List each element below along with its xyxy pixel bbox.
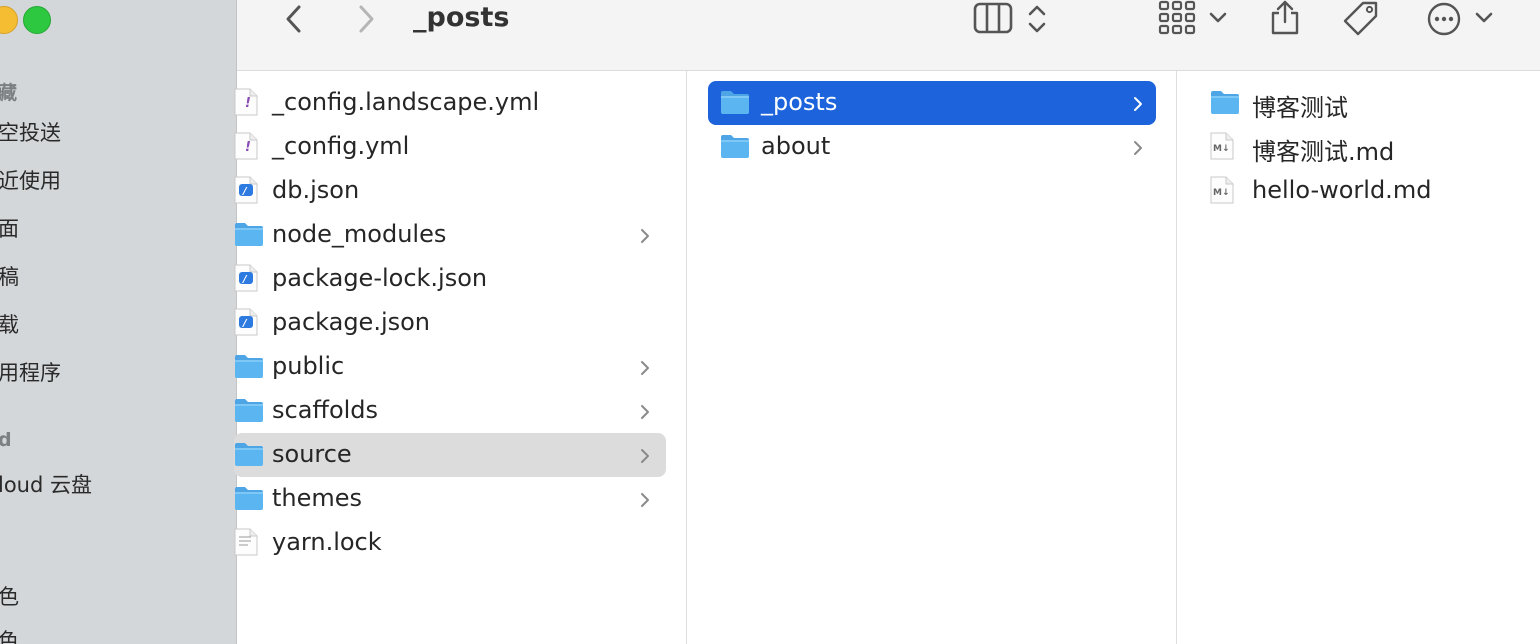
back-icon[interactable] (283, 4, 305, 34)
chevron-right-icon (639, 488, 651, 516)
item-name: package.json (272, 308, 431, 336)
item-name: _config.landscape.yml (272, 88, 540, 116)
md-file-icon: M↓ (1210, 132, 1234, 166)
window-title: _posts (413, 2, 510, 33)
item-name: yarn.lock (272, 528, 382, 556)
chevron-right-icon (639, 224, 651, 252)
file-row[interactable]: / db.json (234, 169, 666, 213)
item-name: package-lock.json (272, 264, 488, 292)
folder-row[interactable]: 博客测试 (1207, 81, 1527, 125)
view-options-chevron-icon[interactable] (1027, 2, 1047, 36)
chevron-right-icon (1132, 136, 1144, 164)
folder-row[interactable]: source (234, 433, 666, 477)
item-name: 博客测试.md (1252, 138, 1395, 166)
file-row[interactable]: ! _config.landscape.yml (234, 81, 666, 125)
folder-icon (234, 397, 264, 429)
item-name: public (272, 352, 345, 380)
toolbar: _posts (237, 0, 1540, 71)
item-name: 博客测试 (1252, 94, 1348, 122)
file-row[interactable]: yarn.lock (234, 521, 666, 565)
folder-icon (720, 133, 750, 165)
file-row[interactable]: / package-lock.json (234, 257, 666, 301)
svg-text:M↓: M↓ (1213, 144, 1230, 154)
text-file-icon (234, 528, 258, 562)
folder-icon (720, 89, 750, 121)
yml-file-icon: ! (234, 88, 258, 122)
sidebar-item-icloud[interactable]: loud 云盘 (0, 469, 92, 499)
item-name: source (272, 440, 352, 468)
chevron-down-icon[interactable] (1475, 10, 1493, 26)
folder-row[interactable]: _posts (708, 81, 1156, 125)
folder-row[interactable]: node_modules (234, 213, 666, 257)
column-posts: 博客测试 M↓ 博客测试.md M↓ hello-world.md (1177, 71, 1540, 644)
sidebar-item-airdrop[interactable]: 空投送 (0, 117, 61, 147)
sidebar-item-documents[interactable]: 稿 (0, 261, 19, 291)
folder-icon (234, 441, 264, 473)
sidebar-item-desktop[interactable]: 面 (0, 213, 19, 243)
json-file-icon: / (234, 264, 258, 298)
item-name: hello-world.md (1252, 176, 1432, 204)
sidebar-item-downloads[interactable]: 载 (0, 309, 19, 339)
forward-icon[interactable] (355, 4, 377, 34)
folder-row[interactable]: scaffolds (234, 389, 666, 433)
column-source: _postsabout (687, 71, 1177, 644)
folder-row[interactable]: about (708, 125, 1156, 169)
folder-icon (234, 353, 264, 385)
yml-file-icon: ! (234, 132, 258, 166)
sidebar-item-applications[interactable]: 用程序 (0, 357, 61, 387)
share-icon[interactable] (1268, 0, 1302, 36)
svg-text:!: ! (245, 140, 251, 155)
tag-icon[interactable] (1341, 0, 1381, 38)
file-row[interactable]: ! _config.yml (234, 125, 666, 169)
chevron-right-icon (639, 400, 651, 428)
item-name: node_modules (272, 220, 447, 248)
folder-icon (1210, 89, 1240, 121)
sidebar-favorites-header: 藏 (0, 78, 17, 105)
folder-row[interactable]: themes (234, 477, 666, 521)
item-name: about (761, 132, 831, 160)
folder-icon (234, 485, 264, 517)
item-name: db.json (272, 176, 360, 204)
chevron-right-icon (1132, 92, 1144, 120)
sidebar-item-recents[interactable]: 近使用 (0, 165, 61, 195)
json-file-icon: / (234, 308, 258, 342)
chevron-down-icon[interactable] (1209, 10, 1227, 26)
svg-text:M↓: M↓ (1213, 188, 1230, 198)
grid-group-icon[interactable] (1158, 0, 1198, 36)
item-name: _config.yml (272, 132, 410, 160)
sidebar-tag-item[interactable]: 色 (0, 581, 19, 611)
item-name: scaffolds (272, 396, 379, 424)
sidebar: 藏 空投送 近使用 面 稿 载 用程序 d loud 云盘 色 色 (0, 0, 237, 644)
folder-row[interactable]: public (234, 345, 666, 389)
file-row[interactable]: M↓ hello-world.md (1207, 169, 1527, 213)
minimize-window-button[interactable] (0, 6, 18, 34)
zoom-window-button[interactable] (23, 6, 51, 34)
more-icon[interactable] (1426, 1, 1462, 37)
json-file-icon: / (234, 176, 258, 210)
item-name: _posts (761, 88, 838, 116)
sidebar-locations-header: d (0, 429, 12, 451)
column-source-parent: ! _config.landscape.yml! _config.yml / db.js… (234, 71, 687, 644)
md-file-icon: M↓ (1210, 176, 1234, 210)
file-row[interactable]: M↓ 博客测试.md (1207, 125, 1527, 169)
column-view-icon[interactable] (973, 2, 1013, 34)
chevron-right-icon (639, 356, 651, 384)
folder-icon (234, 221, 264, 253)
file-row[interactable]: / package.json (234, 301, 666, 345)
sidebar-tag-item[interactable]: 色 (0, 625, 19, 644)
item-name: themes (272, 484, 363, 512)
svg-text:!: ! (245, 96, 251, 111)
chevron-right-icon (639, 444, 651, 472)
